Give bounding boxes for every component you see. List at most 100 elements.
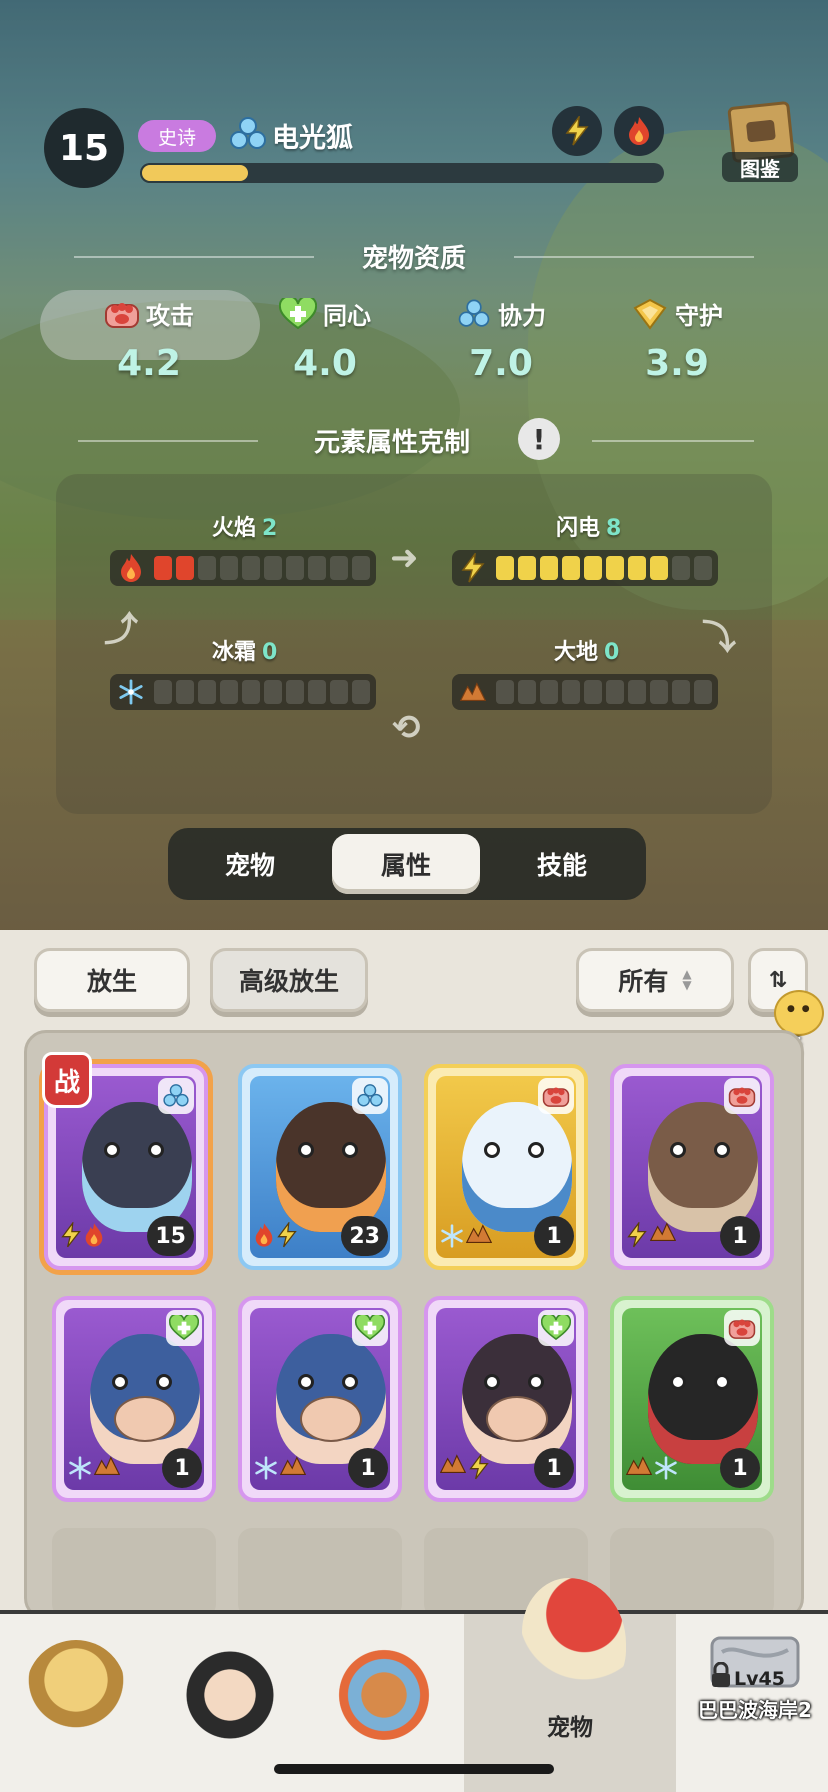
stat-value: 3.9 — [645, 343, 709, 384]
empty-slot — [52, 1528, 216, 1618]
pet-elements — [254, 1456, 307, 1484]
rarity-label: 史诗 — [157, 126, 196, 149]
battle-tag: 战 — [42, 1052, 92, 1108]
fire-element-button[interactable] — [614, 106, 664, 156]
fire-icon — [84, 1222, 104, 1252]
element-segment — [672, 556, 690, 580]
heart-plus-icon — [166, 1310, 202, 1346]
element-segment — [352, 556, 370, 580]
pet-count: 1 — [720, 1448, 760, 1488]
element-segment — [650, 680, 668, 704]
pet-elements — [254, 1220, 298, 1252]
stat-attack: 攻击 4.2 — [74, 296, 224, 384]
counter-arrow-right: ➜ — [390, 538, 419, 578]
earth-icon — [460, 682, 486, 701]
pet-count: 1 — [348, 1448, 388, 1488]
element-segment — [672, 680, 690, 704]
element-segment — [198, 556, 216, 580]
chevron-updown-icon: ▲ ▼ — [682, 967, 692, 992]
element-label-earth: 大地 0 — [554, 640, 620, 665]
heart-plus-icon — [279, 297, 317, 329]
element-segment — [694, 556, 712, 580]
attack-paw-icon — [538, 1078, 574, 1114]
element-segment — [606, 680, 624, 704]
tab-skills[interactable]: 技能 — [488, 834, 636, 894]
element-title: 元素属性克制 — [313, 428, 470, 458]
pet-level-badge: 15 — [44, 108, 124, 188]
tab-attributes[interactable]: 属性 — [332, 834, 480, 894]
pet-card[interactable]: 1 — [424, 1296, 588, 1502]
pet-card[interactable]: 23 — [238, 1064, 402, 1270]
pet-card[interactable]: 1 — [52, 1296, 216, 1502]
attack-paw-icon — [724, 1078, 760, 1114]
element-label-ice: 冰霜 0 — [212, 640, 278, 665]
pet-card[interactable]: 1 — [610, 1296, 774, 1502]
lightning-element-button[interactable] — [552, 106, 602, 156]
element-panel — [56, 474, 772, 814]
stat-label: 攻击 — [146, 302, 194, 330]
release-button[interactable]: 放生 — [34, 948, 190, 1012]
pet-count: 1 — [720, 1216, 760, 1256]
element-segment — [650, 556, 668, 580]
nav-hero-caveman[interactable] — [0, 1614, 154, 1792]
stat-label: 协力 — [498, 302, 546, 330]
stat-label: 守护 — [675, 302, 723, 330]
element-segment — [540, 680, 558, 704]
counter-arrow-up: ⤴ — [104, 610, 138, 650]
codex-button[interactable]: 图鉴 — [722, 100, 798, 182]
pet-count: 1 — [534, 1448, 574, 1488]
element-segment — [518, 556, 536, 580]
stat-bond: 同心 4.0 — [250, 296, 400, 384]
pet-elements — [68, 1456, 121, 1484]
locked-area-name: 巴巴波海岸2 — [698, 1698, 812, 1722]
element-segment — [154, 556, 172, 580]
heart-plus-icon — [538, 1310, 574, 1346]
hero-totem-icon — [334, 1640, 434, 1740]
element-segment — [628, 680, 646, 704]
earth-icon — [649, 1222, 677, 1252]
lightning-icon — [626, 1220, 648, 1252]
pet-elements — [60, 1220, 104, 1252]
element-segment — [496, 680, 514, 704]
locked-area-button[interactable]: Lv45 巴巴波海岸2 — [682, 1632, 828, 1742]
pet-card[interactable]: 1 — [610, 1064, 774, 1270]
info-icon[interactable]: ! — [518, 418, 560, 460]
exp-bar — [140, 163, 664, 183]
lightning-icon — [565, 116, 589, 146]
heart-plus-icon — [352, 1310, 388, 1346]
ice-icon — [119, 679, 143, 705]
element-segment — [694, 680, 712, 704]
lightning-icon — [60, 1220, 82, 1252]
fire-icon — [629, 117, 649, 145]
pet-elements — [626, 1220, 677, 1252]
filter-dropdown[interactable]: 所有 ▲ ▼ — [576, 948, 734, 1012]
stat-value: 7.0 — [469, 343, 533, 384]
ice-icon — [68, 1456, 92, 1484]
element-segment — [220, 556, 238, 580]
ice-icon — [440, 1224, 464, 1252]
element-segment — [308, 556, 326, 580]
pet-elements — [625, 1456, 678, 1484]
pet-count: 23 — [341, 1216, 388, 1256]
advanced-release-button[interactable]: 高级放生 — [210, 948, 368, 1012]
element-segment — [286, 680, 304, 704]
element-segment — [584, 556, 602, 580]
fire-icon — [121, 554, 141, 582]
pet-card[interactable]: 1 — [238, 1296, 402, 1502]
pet-level: 15 — [58, 127, 110, 169]
lightning-icon — [276, 1220, 298, 1252]
element-bar-lightning — [452, 550, 718, 586]
nav-label: 宠物 — [547, 1715, 593, 1741]
earth-icon — [625, 1456, 653, 1484]
tab-pets[interactable]: 宠物 — [176, 834, 324, 894]
earth-icon — [465, 1224, 493, 1252]
element-segment — [264, 680, 282, 704]
fire-icon — [254, 1222, 274, 1252]
pet-card[interactable]: 1 — [424, 1064, 588, 1270]
filter-value: 所有 — [618, 967, 669, 996]
element-segment — [584, 680, 602, 704]
rarity-badge: 史诗 — [138, 120, 216, 152]
lock-icon — [712, 1662, 730, 1687]
element-segment — [176, 680, 194, 704]
ice-icon — [654, 1456, 678, 1484]
